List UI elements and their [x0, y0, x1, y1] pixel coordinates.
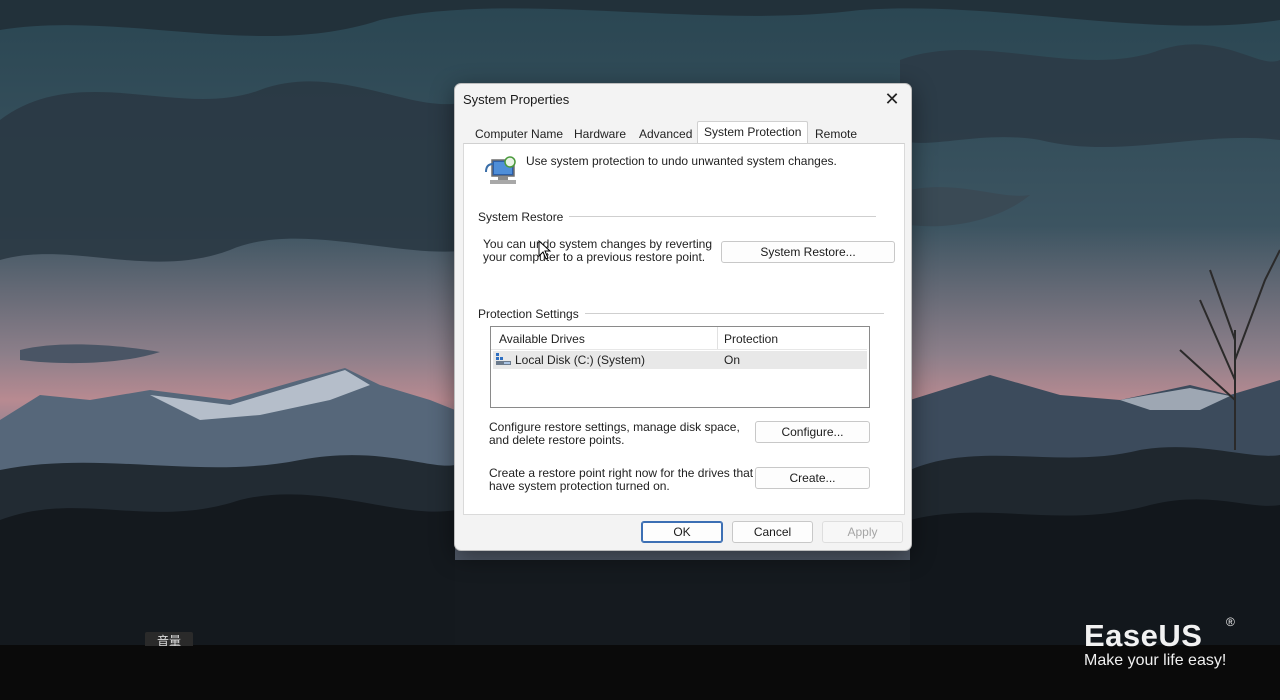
tab-strip: Computer Name Hardware Advanced System P…: [463, 121, 903, 144]
tab-remote[interactable]: Remote: [809, 125, 863, 143]
brand-slogan: Make your life easy!: [1084, 652, 1227, 669]
create-text-2: have system protection turned on.: [489, 479, 670, 493]
system-restore-heading: System Restore: [478, 210, 570, 224]
volume-tag: 音量: [145, 632, 193, 646]
drive-row[interactable]: Local Disk (C:) (System) On: [493, 351, 867, 369]
brand-watermark: EaseUS ® Make your life easy!: [1084, 615, 1254, 670]
drive-protection-status: On: [724, 353, 741, 367]
registered-mark: ®: [1226, 615, 1235, 629]
apply-button[interactable]: Apply: [822, 521, 903, 543]
column-separator: [717, 327, 718, 349]
system-protection-icon: [485, 156, 516, 184]
system-restore-button[interactable]: System Restore...: [721, 241, 895, 263]
available-drives-list[interactable]: Available Drives Protection Local Disk (…: [490, 326, 870, 408]
column-header-available-drives[interactable]: Available Drives: [499, 332, 585, 346]
tab-hardware[interactable]: Hardware: [568, 125, 632, 143]
configure-text-2: and delete restore points.: [489, 433, 625, 447]
system-restore-desc-2: your computer to a previous restore poin…: [483, 250, 706, 264]
system-properties-dialog: System Properties ✕ Computer Name Hardwa…: [454, 83, 912, 551]
mouse-cursor-icon: [538, 240, 552, 260]
create-button[interactable]: Create...: [755, 467, 870, 489]
local-disk-icon: [496, 353, 511, 365]
close-icon: ✕: [884, 89, 900, 109]
brand-name: EaseUS: [1084, 618, 1203, 653]
ok-button[interactable]: OK: [641, 521, 723, 543]
tab-computer-name[interactable]: Computer Name: [469, 125, 569, 143]
dialog-title: System Properties: [463, 92, 570, 107]
system-protection-panel: Use system protection to undo unwanted s…: [463, 143, 905, 515]
column-header-protection[interactable]: Protection: [724, 332, 778, 346]
header-underline: [491, 349, 867, 350]
intro-text: Use system protection to undo unwanted s…: [526, 154, 837, 168]
tab-advanced[interactable]: Advanced: [633, 125, 698, 143]
cancel-button[interactable]: Cancel: [732, 521, 813, 543]
configure-button[interactable]: Configure...: [755, 421, 870, 443]
protection-settings-heading: Protection Settings: [478, 307, 585, 321]
drive-name: Local Disk (C:) (System): [515, 353, 646, 367]
tab-system-protection[interactable]: System Protection: [697, 121, 809, 144]
close-button[interactable]: ✕: [879, 87, 905, 111]
